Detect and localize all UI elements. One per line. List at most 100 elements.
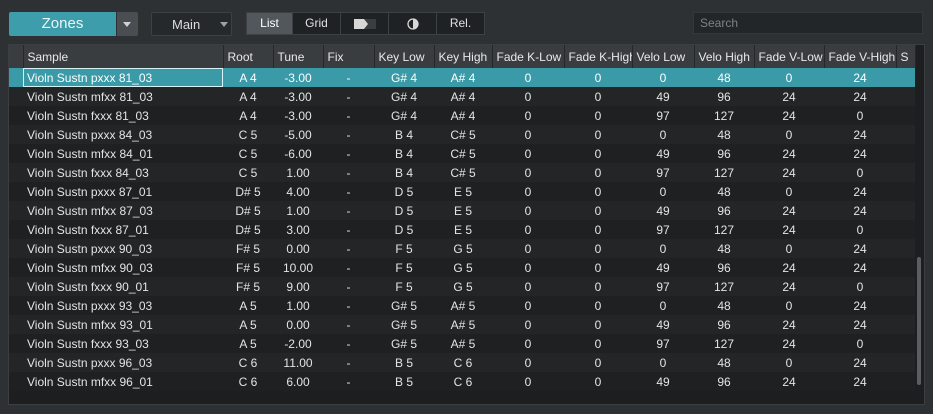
table-cell[interactable]: - <box>323 68 374 87</box>
table-cell[interactable]: F# 5 <box>223 258 273 277</box>
sample-name-cell[interactable]: Violn Sustn pxxx 81_03 <box>23 68 223 87</box>
table-cell[interactable]: 48 <box>694 182 754 201</box>
table-cell[interactable]: G# 5 <box>374 296 434 315</box>
table-cell[interactable]: 49 <box>632 258 694 277</box>
sample-name-cell[interactable]: Violn Sustn mfxx 81_03 <box>23 87 223 106</box>
search-input[interactable]: Search <box>693 12 923 34</box>
table-cell[interactable]: 0.00 <box>273 239 323 258</box>
table-cell[interactable]: D 5 <box>374 182 434 201</box>
table-cell[interactable]: D# 5 <box>223 220 273 239</box>
table-cell[interactable]: 0.00 <box>273 315 323 334</box>
table-cell[interactable]: 0 <box>564 68 632 87</box>
table-cell[interactable]: A# 4 <box>434 68 492 87</box>
table-cell[interactable]: 48 <box>694 353 754 372</box>
column-header[interactable]: Root <box>223 45 274 68</box>
table-cell[interactable]: 96 <box>694 201 754 220</box>
table-row[interactable]: Violn Sustn fxxx 84_03 C 5 1.00- B 4 C# 5009… <box>9 163 915 182</box>
table-cell[interactable]: 0 <box>824 106 896 125</box>
table-cell[interactable]: 48 <box>694 125 754 144</box>
table-cell[interactable]: G 5 <box>434 277 492 296</box>
table-cell[interactable]: F 5 <box>374 239 434 258</box>
table-row[interactable]: Violn Sustn mfxx 96_01 C 6 6.00- B 5C 6 0 0 49… <box>9 372 915 391</box>
table-cell[interactable]: G# 5 <box>374 315 434 334</box>
table-cell[interactable]: 24 <box>824 144 896 163</box>
table-cell[interactable]: - <box>323 353 374 372</box>
table-cell[interactable]: 0 <box>564 296 632 315</box>
table-cell[interactable]: A# 4 <box>434 106 492 125</box>
table-cell[interactable]: 0 <box>754 296 824 315</box>
table-cell[interactable]: C 6 <box>223 372 273 391</box>
table-cell[interactable]: 0 <box>492 220 564 239</box>
table-cell[interactable]: F# 5 <box>223 277 273 296</box>
table-cell[interactable]: - <box>323 163 374 182</box>
sample-name-cell[interactable]: Violn Sustn pxxx 90_03 <box>23 239 223 258</box>
sample-name-cell[interactable]: Violn Sustn fxxx 93_03 <box>23 334 223 353</box>
table-cell[interactable]: B 5 <box>374 372 434 391</box>
table-cell[interactable]: 0 <box>564 144 632 163</box>
table-cell[interactable]: 0 <box>492 334 564 353</box>
table-cell[interactable]: D 5 <box>374 201 434 220</box>
sample-name-cell[interactable]: Violn Sustn mfxx 87_03 <box>23 201 223 220</box>
table-cell[interactable]: 24 <box>824 125 896 144</box>
sample-name-cell[interactable]: Violn Sustn pxxx 84_03 <box>23 125 223 144</box>
sample-name-cell[interactable]: Violn Sustn fxxx 90_01 <box>23 277 223 296</box>
table-cell[interactable]: 0 <box>564 182 632 201</box>
table-cell[interactable]: 0 <box>632 239 694 258</box>
table-cell[interactable]: 0 <box>492 163 564 182</box>
table-cell[interactable]: 96 <box>694 144 754 163</box>
table-cell[interactable]: A 4 <box>223 68 273 87</box>
table-cell[interactable]: C# 5 <box>434 163 492 182</box>
table-cell[interactable]: 24 <box>754 372 824 391</box>
table-cell[interactable]: 97 <box>632 106 694 125</box>
table-cell[interactable]: F 5 <box>374 258 434 277</box>
table-cell[interactable]: - <box>323 125 374 144</box>
table-cell[interactable]: 24 <box>824 296 896 315</box>
table-cell[interactable]: 49 <box>632 315 694 334</box>
table-cell[interactable]: - <box>323 315 374 334</box>
table-cell[interactable]: 6.00 <box>273 372 323 391</box>
table-cell[interactable]: A 5 <box>223 315 273 334</box>
column-header[interactable]: S <box>896 45 916 68</box>
table-row[interactable]: Violn Sustn fxxx 81_03 A 4 -3.00- G# 4 A# 40… <box>9 106 915 125</box>
table-cell[interactable]: 0 <box>564 87 632 106</box>
table-cell[interactable]: 0 <box>564 125 632 144</box>
table-cell[interactable]: 0 <box>824 220 896 239</box>
table-cell[interactable]: -3.00 <box>273 87 323 106</box>
table-cell[interactable]: A# 5 <box>434 315 492 334</box>
table-row[interactable]: Violn Sustn pxxx 93_03 A 5 1.00- G# 5 A# 500… <box>9 296 915 315</box>
table-cell[interactable]: 0 <box>754 239 824 258</box>
table-cell[interactable]: C# 5 <box>434 125 492 144</box>
table-cell[interactable]: E 5 <box>434 182 492 201</box>
table-cell[interactable]: -3.00 <box>273 68 323 87</box>
table-cell[interactable]: 96 <box>694 87 754 106</box>
table-cell[interactable]: 4.00 <box>273 182 323 201</box>
table-cell[interactable]: 9.00 <box>273 277 323 296</box>
table-cell[interactable]: A 4 <box>223 87 273 106</box>
table-cell[interactable]: 97 <box>632 277 694 296</box>
table-cell[interactable]: 24 <box>754 258 824 277</box>
table-cell[interactable]: A 5 <box>223 334 273 353</box>
table-cell[interactable]: 1.00 <box>273 201 323 220</box>
table-cell[interactable]: 97 <box>632 163 694 182</box>
rel-button[interactable]: Rel. <box>436 12 485 35</box>
table-cell[interactable]: F# 5 <box>223 239 273 258</box>
table-row[interactable]: Violn Sustn fxxx 93_03 A 5 -2.00- G# 5 A# 50… <box>9 334 915 353</box>
grid-view-button[interactable]: Grid <box>292 12 341 35</box>
table-cell[interactable]: 0 <box>824 163 896 182</box>
table-cell[interactable]: 24 <box>754 315 824 334</box>
table-cell[interactable]: - <box>323 182 374 201</box>
table-cell[interactable]: 0 <box>492 106 564 125</box>
table-cell[interactable]: 24 <box>754 220 824 239</box>
table-cell[interactable]: 0 <box>492 144 564 163</box>
table-cell[interactable]: 0 <box>492 87 564 106</box>
column-header[interactable]: Fade V-High <box>824 45 897 68</box>
table-cell[interactable]: 0 <box>492 315 564 334</box>
table-cell[interactable]: C 6 <box>223 353 273 372</box>
table-cell[interactable]: E 5 <box>434 220 492 239</box>
table-cell[interactable]: A 4 <box>223 106 273 125</box>
table-cell[interactable]: 0 <box>492 182 564 201</box>
sample-name-cell[interactable]: Violn Sustn pxxx 93_03 <box>23 296 223 315</box>
table-cell[interactable]: 0 <box>754 353 824 372</box>
table-cell[interactable]: 127 <box>694 334 754 353</box>
table-cell[interactable]: 127 <box>694 106 754 125</box>
